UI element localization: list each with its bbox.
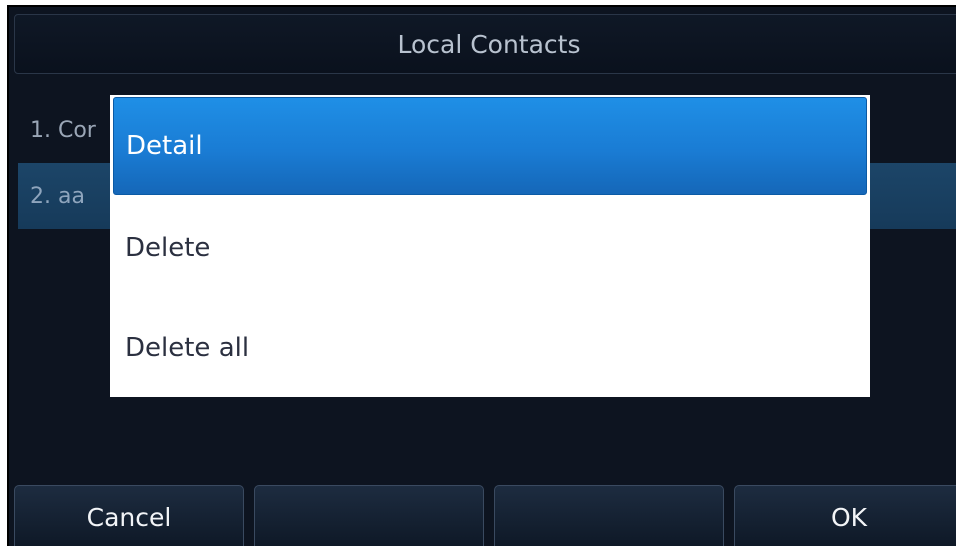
menu-item-delete-all[interactable]: Delete all bbox=[110, 298, 870, 398]
title-bar: Local Contacts bbox=[14, 14, 956, 74]
menu-item-label: Detail bbox=[126, 131, 203, 161]
empty-softkey-3[interactable] bbox=[494, 485, 724, 546]
page-title: Local Contacts bbox=[397, 29, 581, 59]
softkey-label: Cancel bbox=[86, 502, 172, 532]
menu-item-label: Delete bbox=[125, 233, 211, 263]
empty-softkey-2[interactable] bbox=[254, 485, 484, 546]
menu-item-label: Delete all bbox=[125, 333, 250, 363]
menu-item-detail[interactable]: Detail bbox=[113, 97, 867, 195]
softkey-bar: Cancel OK bbox=[14, 485, 956, 546]
phone-screen: Local Contacts 1. Cor 2. aa Cancel OK De… bbox=[7, 5, 956, 546]
menu-item-delete[interactable]: Delete bbox=[110, 198, 870, 298]
softkey-label: OK bbox=[830, 502, 868, 532]
cancel-softkey[interactable]: Cancel bbox=[14, 485, 244, 546]
contact-label: 1. Cor bbox=[30, 117, 96, 143]
contact-label: 2. aa bbox=[30, 183, 85, 209]
options-popup-menu: Detail Delete Delete all bbox=[110, 95, 870, 397]
ok-softkey[interactable]: OK bbox=[734, 485, 956, 546]
